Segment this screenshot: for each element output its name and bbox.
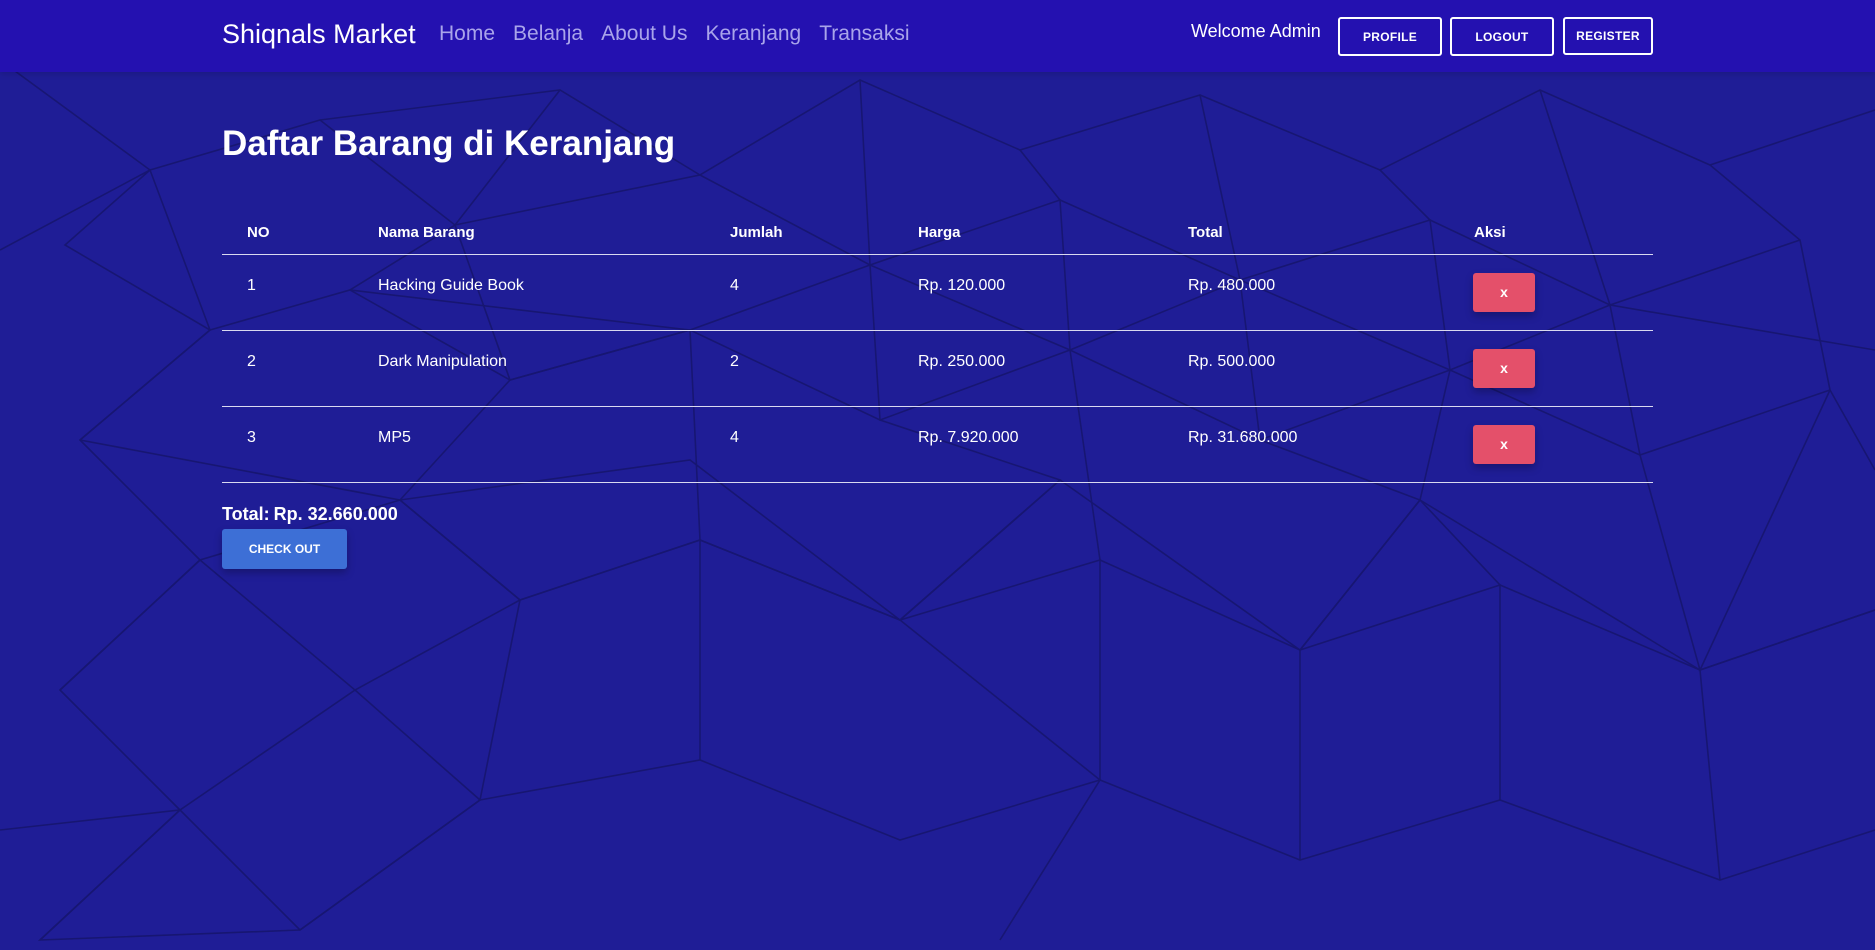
row-price: Rp. 120.000 <box>918 276 1006 294</box>
row-item-name: Hacking Guide Book <box>378 276 524 294</box>
table-row: 3 MP5 4 Rp. 7.920.000 Rp. 31.680.000 x <box>222 406 1653 482</box>
row-price: Rp. 250.000 <box>918 352 1006 370</box>
remove-item-button[interactable]: x <box>1473 424 1535 464</box>
nav-link-keranjang[interactable]: Keranjang <box>705 22 801 46</box>
nav-link-transaksi[interactable]: Transaksi <box>819 22 909 46</box>
welcome-text: Welcome Admin <box>1191 21 1321 41</box>
header-jumlah: Jumlah <box>730 224 783 241</box>
remove-item-button[interactable]: x <box>1473 272 1535 312</box>
header-harga: Harga <box>918 224 961 241</box>
cart-table: NO Nama Barang Jumlah Harga Total Aksi 1… <box>222 204 1653 483</box>
register-button[interactable]: REGISTER <box>1563 17 1653 55</box>
row-no: 3 <box>247 428 256 446</box>
brand-logo[interactable]: Shiqnals Market <box>222 19 416 50</box>
row-no: 1 <box>247 276 256 294</box>
nav-link-about-us[interactable]: About Us <box>601 22 687 46</box>
nav-links: Home Belanja About Us Keranjang Transaks… <box>439 22 909 46</box>
checkout-button[interactable]: CHECK OUT <box>222 529 347 569</box>
table-header-row: NO Nama Barang Jumlah Harga Total Aksi <box>222 204 1653 254</box>
row-item-name: MP5 <box>378 428 411 446</box>
row-action: x <box>1449 406 1653 482</box>
row-total: Rp. 500.000 <box>1188 352 1276 370</box>
header-total: Total <box>1188 224 1223 241</box>
row-quantity: 2 <box>730 352 739 370</box>
table-row: 1 Hacking Guide Book 4 Rp. 120.000 Rp. 4… <box>222 254 1653 330</box>
row-quantity: 4 <box>730 276 739 294</box>
header-aksi: Aksi <box>1474 224 1506 241</box>
table-row: 2 Dark Manipulation 2 Rp. 250.000 Rp. 50… <box>222 330 1653 406</box>
nav-link-home[interactable]: Home <box>439 22 495 46</box>
grand-total-label: Total: <box>222 504 270 524</box>
row-price: Rp. 7.920.000 <box>918 428 1019 446</box>
profile-button[interactable]: PROFILE <box>1338 17 1442 56</box>
page-title: Daftar Barang di Keranjang <box>222 124 676 163</box>
header-no: NO <box>247 224 270 241</box>
row-total: Rp. 480.000 <box>1188 276 1276 294</box>
row-quantity: 4 <box>730 428 739 446</box>
grand-total: Total: Rp. 32.660.000 <box>222 504 398 525</box>
header-nama-barang: Nama Barang <box>378 224 475 241</box>
row-action: x <box>1449 254 1653 330</box>
row-action: x <box>1449 330 1653 406</box>
grand-total-amount: Rp. 32.660.000 <box>273 504 398 524</box>
nav-link-belanja[interactable]: Belanja <box>513 22 583 46</box>
row-no: 2 <box>247 352 256 370</box>
row-item-name: Dark Manipulation <box>378 352 507 370</box>
remove-item-button[interactable]: x <box>1473 348 1535 388</box>
logout-button[interactable]: LOGOUT <box>1450 17 1554 56</box>
row-total: Rp. 31.680.000 <box>1188 428 1298 446</box>
top-navbar: Shiqnals Market Home Belanja About Us Ke… <box>0 0 1875 72</box>
